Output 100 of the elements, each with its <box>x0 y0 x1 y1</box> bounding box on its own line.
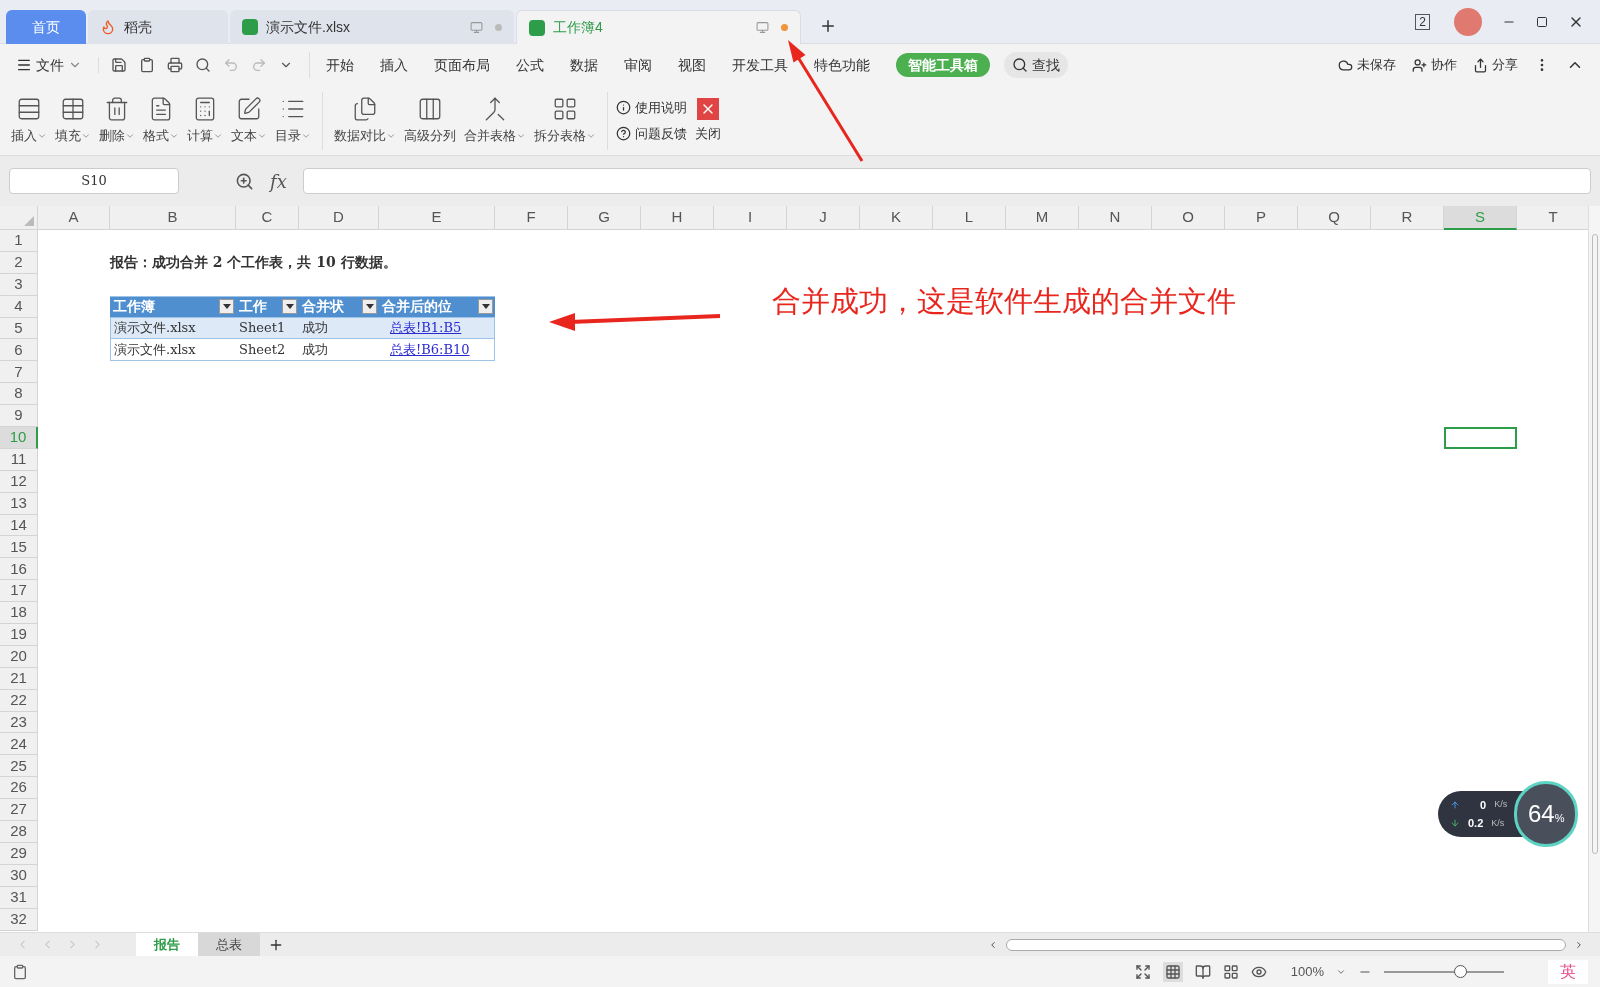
ribbon-button-label[interactable]: 拆分表格 <box>534 125 586 146</box>
row-header[interactable]: 14 <box>0 514 38 537</box>
row-header[interactable]: 8 <box>0 383 38 406</box>
ime-indicator[interactable]: 英 <box>1548 959 1588 984</box>
row-header[interactable]: 17 <box>0 580 38 603</box>
document-tab[interactable]: 稻壳 <box>88 10 228 44</box>
print-icon[interactable] <box>167 57 183 73</box>
search-icon[interactable] <box>1012 57 1028 73</box>
row-header[interactable]: 2 <box>0 251 38 274</box>
column-header[interactable]: H <box>641 206 714 230</box>
ribbon-button-label[interactable]: 插入 <box>11 125 37 146</box>
column-header[interactable]: B <box>110 206 236 230</box>
files-icon[interactable] <box>352 95 378 122</box>
info-icon[interactable] <box>616 100 631 116</box>
formula-input[interactable] <box>302 168 1591 194</box>
menu-tab[interactable]: 公式 <box>516 53 544 77</box>
save-icon[interactable] <box>111 57 127 73</box>
close-label[interactable]: 关闭 <box>695 123 721 144</box>
row-header[interactable]: 24 <box>0 733 38 756</box>
fullscreen-icon[interactable] <box>1134 963 1151 980</box>
row-header[interactable]: 22 <box>0 689 38 712</box>
row-header[interactable]: 3 <box>0 273 38 296</box>
row-header[interactable]: 21 <box>0 667 38 690</box>
menu-tab[interactable]: 审阅 <box>624 53 652 77</box>
help-link[interactable]: 使用说明 <box>635 98 687 118</box>
column-header[interactable]: R <box>1371 206 1444 230</box>
row-header[interactable]: 30 <box>0 864 38 887</box>
ribbon-button-label[interactable]: 删除 <box>99 125 125 146</box>
filter-button[interactable] <box>219 299 234 315</box>
row-header[interactable]: 31 <box>0 886 38 909</box>
menu-tab[interactable]: 数据 <box>570 53 598 77</box>
filter-button[interactable] <box>478 299 493 315</box>
menu-tab[interactable]: 开发工具 <box>732 53 788 77</box>
filter-button[interactable] <box>362 299 377 315</box>
row-header[interactable]: 6 <box>0 339 38 362</box>
help-link[interactable]: 问题反馈 <box>635 123 687 143</box>
column-header[interactable]: C <box>236 206 299 230</box>
page-view-icon[interactable] <box>1194 963 1211 980</box>
row-header[interactable]: 20 <box>0 645 38 668</box>
menu-tab[interactable]: 插入 <box>380 53 408 77</box>
file-menu[interactable]: 文件 <box>36 54 64 76</box>
row-header[interactable]: 4 <box>0 295 38 318</box>
page-break-icon[interactable] <box>1222 963 1239 980</box>
row-header[interactable]: 32 <box>0 908 38 931</box>
row-header[interactable]: 26 <box>0 777 38 800</box>
row-header[interactable]: 29 <box>0 842 38 865</box>
name-box[interactable]: S10 <box>9 168 179 194</box>
row-header[interactable]: 18 <box>0 602 38 625</box>
print-preview-icon[interactable] <box>195 57 211 73</box>
row-header[interactable]: 23 <box>0 711 38 734</box>
column-header[interactable]: L <box>933 206 1006 230</box>
row-header[interactable]: 5 <box>0 317 38 340</box>
row-header[interactable]: 12 <box>0 470 38 493</box>
column-header[interactable]: K <box>860 206 933 230</box>
menu-icon[interactable] <box>16 57 32 73</box>
column-header[interactable]: A <box>38 206 110 230</box>
row-header[interactable]: 19 <box>0 624 38 646</box>
zoom-slider-thumb[interactable] <box>1453 964 1467 978</box>
column-header[interactable]: O <box>1152 206 1225 230</box>
column-header[interactable]: M <box>1006 206 1079 230</box>
clipboard-icon[interactable] <box>139 57 155 73</box>
menu-tab[interactable]: 视图 <box>678 53 706 77</box>
zoom-icon[interactable] <box>235 171 254 191</box>
maximize-icon[interactable] <box>1536 16 1548 28</box>
row-header[interactable]: 15 <box>0 536 38 559</box>
user-plus-icon[interactable] <box>1412 57 1427 73</box>
filter-button[interactable] <box>282 299 297 315</box>
row-header[interactable]: 13 <box>0 492 38 515</box>
column-header[interactable]: E <box>379 206 495 230</box>
column-header[interactable]: I <box>714 206 787 230</box>
column-header[interactable]: J <box>787 206 860 230</box>
row-header[interactable]: 9 <box>0 405 38 427</box>
ribbon-button-label[interactable]: 高级分列 <box>404 125 456 146</box>
row-header[interactable]: 1 <box>0 230 38 252</box>
vertical-scrollbar[interactable] <box>1591 234 1598 854</box>
ribbon-button-label[interactable]: 填充 <box>55 125 81 146</box>
column-header[interactable]: G <box>568 206 641 230</box>
share-icon[interactable] <box>1473 57 1488 73</box>
toolbar-action[interactable]: 未保存 <box>1357 55 1396 75</box>
new-tab-icon[interactable] <box>819 17 837 35</box>
ribbon-button-label[interactable]: 目录 <box>275 125 301 146</box>
horizontal-scrollbar[interactable] <box>1006 938 1566 951</box>
row-header[interactable]: 11 <box>0 448 38 471</box>
zoom-dropdown[interactable]: 100% <box>1290 961 1324 982</box>
ribbon-button-label[interactable]: 格式 <box>143 125 169 146</box>
menu-tab[interactable]: 页面布局 <box>434 53 490 77</box>
row-header[interactable]: 16 <box>0 558 38 581</box>
menu-tab[interactable]: 特色功能 <box>814 53 870 77</box>
help-icon[interactable] <box>616 125 631 141</box>
ribbon-button-label[interactable]: 合并表格 <box>464 125 516 146</box>
row-header[interactable]: 25 <box>0 755 38 778</box>
scroll-left-icon[interactable] <box>988 939 998 950</box>
column-header[interactable]: T <box>1517 206 1590 230</box>
pen-icon[interactable] <box>236 95 262 122</box>
column-header[interactable]: N <box>1079 206 1152 230</box>
row-header[interactable]: 7 <box>0 361 38 384</box>
sheet-tab[interactable]: 报告 <box>136 932 198 957</box>
cloud-icon[interactable] <box>1338 57 1353 73</box>
ribbon-button-label[interactable]: 文本 <box>231 125 257 146</box>
toolbar-action[interactable]: 分享 <box>1492 55 1518 75</box>
